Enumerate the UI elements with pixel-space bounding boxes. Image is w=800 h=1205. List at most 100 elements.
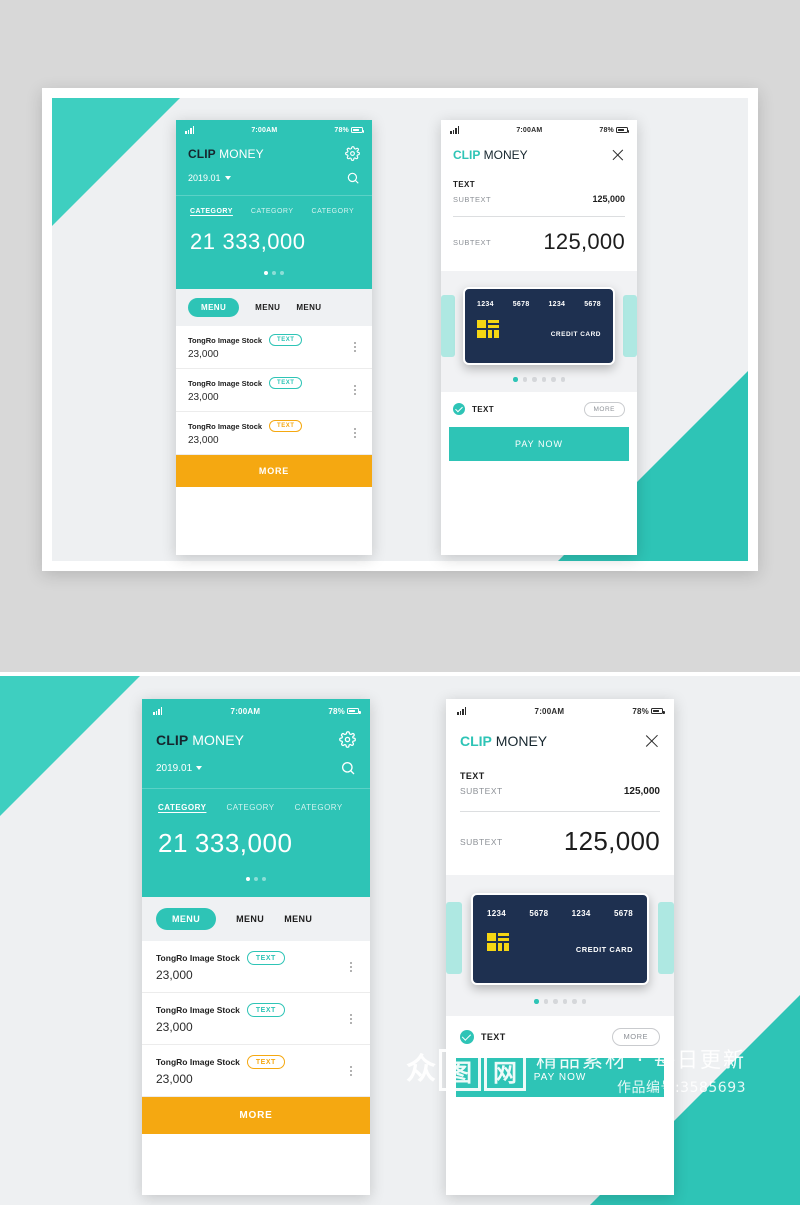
status-badge: TEXT [269,377,303,389]
menu-tab-0[interactable]: MENU [188,298,240,317]
category-tab-1[interactable]: CATEGORY [251,208,294,215]
carousel-dot-2[interactable] [280,271,284,275]
kebab-menu-icon[interactable] [350,383,360,397]
transaction-list: TongRo Image Stock TEXT 23,000 TongRo Im… [142,941,370,1195]
card-dot-3[interactable] [562,999,567,1004]
carousel-dot-0[interactable] [246,877,250,881]
brand-prefix: CLIP [188,146,216,161]
status-time: 7:00AM [534,706,565,716]
menu-tab-1[interactable]: MENU [255,303,280,312]
carousel-dot-2[interactable] [262,877,266,881]
app-brand: CLIP MONEY [188,147,264,161]
agreement-more-button[interactable]: MORE [611,1027,660,1046]
search-icon[interactable] [340,760,356,776]
card-dot-5[interactable] [560,377,565,382]
card-dot-0[interactable] [534,999,539,1004]
menu-tab-2[interactable]: MENU [284,914,312,924]
check-circle-icon[interactable] [460,1029,474,1044]
summary-title: TEXT [453,180,476,189]
card-dot-1[interactable] [522,377,527,382]
card-dot-4[interactable] [572,999,577,1004]
card-dot-3[interactable] [541,377,546,382]
total-section: SUBTEXT 125,000 [446,812,674,875]
carousel-dot-1[interactable] [254,877,258,881]
pay-now-button[interactable]: PAY NOW [456,1057,664,1097]
category-tab-2[interactable]: CATEGORY [295,803,343,812]
card-dot-2[interactable] [553,999,558,1004]
card-digit-group-0: 1234 [477,301,494,308]
period-selector[interactable]: 2019.01 [156,763,203,774]
more-button[interactable]: MORE [176,455,372,487]
card-dot-1[interactable] [543,999,548,1004]
menu-tab-2[interactable]: MENU [296,303,321,312]
card-dot-4[interactable] [551,377,556,382]
card-digit-group-0: 1234 [487,909,506,918]
summary-title: TEXT [460,771,485,781]
phone-pay-large: 7:00AM 78% CLIP MONEY TEXT SUBTEXT 125,0… [446,699,674,1195]
category-tab-0[interactable]: CATEGORY [190,208,233,215]
category-tab-0[interactable]: CATEGORY [158,803,206,812]
agreement-row: TEXT MORE [441,391,637,427]
close-icon[interactable] [611,148,625,162]
agreement-label: TEXT [472,404,495,414]
summary-section: TEXT SUBTEXT 125,000 [446,749,674,797]
card-carousel-dots[interactable] [446,985,674,1004]
card-dot-5[interactable] [581,999,586,1004]
kebab-menu-icon[interactable] [350,426,360,440]
header-carousel-dots[interactable] [176,255,372,289]
summary-subtext: SUBTEXT [453,195,492,204]
category-tab-2[interactable]: CATEGORY [312,208,355,215]
row-amount: 23,000 [156,1072,193,1086]
battery-icon [651,708,665,714]
card-peek-right[interactable] [658,902,674,974]
summary-section: TEXT SUBTEXT 125,000 [441,162,637,204]
card-peek-left[interactable] [446,902,462,974]
row-title: TongRo Image Stock [156,1005,240,1015]
kebab-menu-icon[interactable] [346,1012,356,1026]
category-tab-1[interactable]: CATEGORY [226,803,274,812]
table-row[interactable]: TongRo Image Stock TEXT 23,000 [176,412,372,455]
table-row[interactable]: TongRo Image Stock TEXT 23,000 [176,326,372,369]
phone-home-small: 7:00AM 78% CLIP MONEY 2019.01 CATEGORY C… [176,120,372,555]
home-header: CLIP MONEY 2019.01 CATEGORY CATEGORY CAT… [142,723,370,897]
battery-indicator: 78% [334,127,365,134]
status-badge: TEXT [269,420,303,432]
header-carousel-dots[interactable] [142,859,370,897]
status-bar: 7:00AM 78% [142,699,370,723]
card-digit-group-3: 5678 [613,909,633,918]
app-brand: CLIP MONEY [453,148,528,162]
pay-now-button[interactable]: PAY NOW [449,426,629,461]
pay-header: CLIP MONEY [446,723,674,749]
kebab-menu-icon[interactable] [346,960,356,974]
card-peek-left[interactable] [441,295,455,357]
credit-card[interactable]: 1234 5678 1234 5678 CREDIT CARD [463,287,615,365]
signal-bars-icon [185,126,195,134]
card-dot-2[interactable] [532,377,537,382]
gear-icon[interactable] [339,731,356,748]
table-row[interactable]: TongRo Image Stock TEXT 23,000 [142,1045,370,1097]
category-tabs: CATEGORY CATEGORY CATEGORY [176,196,372,215]
credit-card[interactable]: 1234 5678 1234 5678 CREDIT CARD [471,893,649,985]
carousel-dot-1[interactable] [272,271,276,275]
table-row[interactable]: TongRo Image Stock TEXT 23,000 [142,993,370,1045]
menu-tab-1[interactable]: MENU [236,914,264,924]
carousel-dot-0[interactable] [264,271,268,275]
close-icon[interactable] [644,733,660,749]
card-peek-right[interactable] [623,295,637,357]
kebab-menu-icon[interactable] [346,1064,356,1078]
table-row[interactable]: TongRo Image Stock TEXT 23,000 [176,369,372,412]
gear-icon[interactable] [345,146,360,161]
kebab-menu-icon[interactable] [350,340,360,354]
table-row[interactable]: TongRo Image Stock TEXT 23,000 [142,941,370,993]
agreement-more-button[interactable]: MORE [583,401,625,417]
card-dot-0[interactable] [513,377,518,382]
row-title: TongRo Image Stock [188,378,263,388]
more-button[interactable]: MORE [142,1097,370,1134]
menu-tab-0[interactable]: MENU [156,908,217,930]
card-digit-group-1: 5678 [529,909,549,918]
search-icon[interactable] [346,171,360,185]
status-badge: TEXT [246,951,285,965]
check-circle-icon[interactable] [453,403,465,415]
card-carousel-dots[interactable] [441,365,637,382]
period-selector[interactable]: 2019.01 [188,173,231,183]
